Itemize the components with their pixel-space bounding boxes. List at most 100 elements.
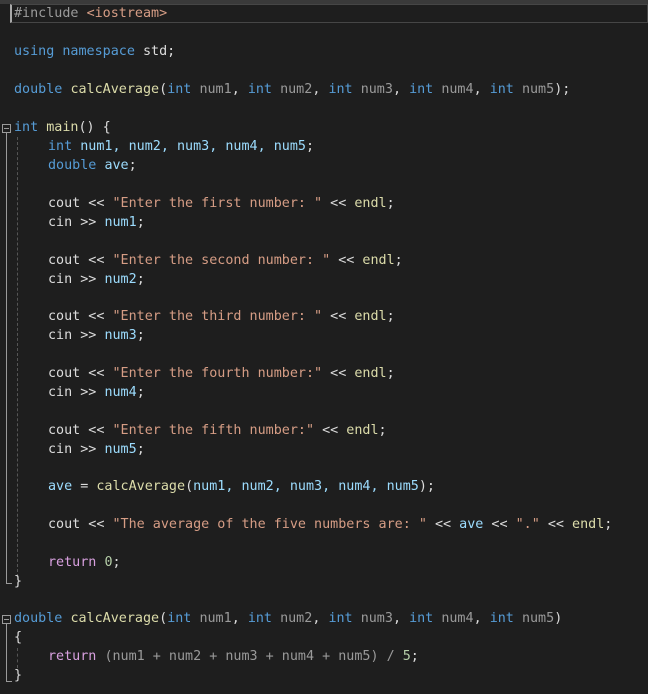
code-line-cout-5[interactable]: cout << "Enter the fifth number:" << end… xyxy=(48,421,387,440)
variable: num4 xyxy=(104,385,137,400)
operator: << xyxy=(330,253,363,268)
endl: endl xyxy=(572,517,605,532)
variable: num3 xyxy=(104,328,137,343)
punctuation: ; xyxy=(136,328,145,343)
endl: endl xyxy=(362,253,395,268)
stream: cout xyxy=(48,309,81,324)
operator: << xyxy=(539,517,573,532)
indent-guide xyxy=(17,648,18,668)
operator: << xyxy=(426,517,460,532)
punctuation: ); xyxy=(554,82,571,97)
variable: ave xyxy=(459,517,484,532)
string-literal: "Enter the first number: " xyxy=(112,196,323,211)
operator: << xyxy=(80,366,113,381)
stream: cout xyxy=(48,253,81,268)
code-line-output[interactable]: cout << "The average of the five numbers… xyxy=(48,515,612,534)
punctuation: ; xyxy=(128,158,137,173)
stream: cin xyxy=(48,272,73,287)
stream: cout xyxy=(48,423,81,438)
code-line-definition[interactable]: double calcAverage(int num1, int num2, i… xyxy=(14,609,562,628)
operator: >> xyxy=(72,442,105,457)
operator: << xyxy=(314,423,347,438)
code-line-close-brace[interactable]: } xyxy=(14,666,22,685)
keyword: using xyxy=(14,44,55,59)
variable: ave xyxy=(48,479,73,494)
code-line-cout-4[interactable]: cout << "Enter the fourth number:" << en… xyxy=(48,364,395,383)
operator: << xyxy=(80,253,113,268)
stream: cin xyxy=(48,215,73,230)
param-type: int xyxy=(489,82,514,97)
stream: cin xyxy=(48,442,73,457)
operator: << xyxy=(80,196,113,211)
brace: } xyxy=(14,668,23,683)
endl: endl xyxy=(354,196,387,211)
operator: << xyxy=(80,309,113,324)
operator: << xyxy=(322,309,355,324)
code-line-decl-ints[interactable]: int num1, num2, num3, num4, num5; xyxy=(48,137,314,156)
fold-range-end xyxy=(6,681,12,682)
code-line-cout-1[interactable]: cout << "Enter the first number: " << en… xyxy=(48,194,395,213)
code-line-prototype[interactable]: double calcAverage(int num1, int num2, i… xyxy=(14,80,570,99)
code-line-open-brace[interactable]: { xyxy=(14,628,22,647)
param: num3 xyxy=(360,611,393,626)
brace: } xyxy=(14,574,23,589)
stream: cin xyxy=(48,328,73,343)
code-line-main[interactable]: int main() { xyxy=(14,118,111,137)
operator: = xyxy=(72,479,97,494)
endl: endl xyxy=(354,366,387,381)
punctuation: ; xyxy=(136,215,145,230)
operator: >> xyxy=(72,272,105,287)
function-name: calcAverage xyxy=(70,611,160,626)
return-type: double xyxy=(14,611,63,626)
code-line-decl-double[interactable]: double ave; xyxy=(48,156,137,175)
type: double xyxy=(48,158,97,173)
operator: >> xyxy=(72,385,105,400)
string-literal: "." xyxy=(515,517,540,532)
arguments: num1, num2, num3, num4, num5 xyxy=(193,479,419,494)
namespace-name: std; xyxy=(143,44,176,59)
brace: { xyxy=(14,630,23,645)
operator: >> xyxy=(72,328,105,343)
string-literal: "Enter the fourth number:" xyxy=(112,366,323,381)
param: num2 xyxy=(280,82,313,97)
variables: num1, num2, num3, num4, num5 xyxy=(80,139,306,154)
punctuation: ; xyxy=(378,423,387,438)
code-line-return[interactable]: return 0; xyxy=(48,553,121,572)
code-line-cin-1[interactable]: cin >> num1; xyxy=(48,213,145,232)
punctuation: ; xyxy=(112,555,121,570)
punctuation: ; xyxy=(386,309,395,324)
code-line-cout-2[interactable]: cout << "Enter the second number: " << e… xyxy=(48,251,403,270)
code-line-close-main[interactable]: } xyxy=(14,572,22,591)
fold-range-line xyxy=(6,624,7,681)
code-line-include[interactable]: #include <iostream> xyxy=(14,4,167,23)
stream: cout xyxy=(48,366,81,381)
param: num5 xyxy=(521,82,555,97)
code-line-using[interactable]: using namespace std; xyxy=(14,42,175,61)
param-type: int xyxy=(409,82,434,97)
collapse-main-icon[interactable] xyxy=(2,124,11,133)
number-literal: 5 xyxy=(402,649,411,664)
punctuation: ) xyxy=(554,611,563,626)
code-line-cin-2[interactable]: cin >> num2; xyxy=(48,270,145,289)
code-line-cout-3[interactable]: cout << "Enter the third number: " << en… xyxy=(48,307,395,326)
code-line-ave-call[interactable]: ave = calcAverage(num1, num2, num3, num4… xyxy=(48,477,435,496)
code-line-cin-3[interactable]: cin >> num3; xyxy=(48,326,145,345)
keyword: return xyxy=(48,555,97,570)
code-line-cin-4[interactable]: cin >> num4; xyxy=(48,383,145,402)
stream: cin xyxy=(48,385,73,400)
code-line-cin-5[interactable]: cin >> num5; xyxy=(48,440,145,459)
string-literal: "The average of the five numbers are: " xyxy=(112,517,427,532)
punctuation: ; xyxy=(394,253,403,268)
punctuation: ; xyxy=(386,366,395,381)
code-line-return-expr[interactable]: return (num1 + num2 + num3 + num4 + num5… xyxy=(48,647,419,666)
collapse-calcaverage-icon[interactable] xyxy=(2,615,11,624)
variable: num5 xyxy=(104,442,137,457)
endl: endl xyxy=(346,423,379,438)
string-literal: "Enter the third number: " xyxy=(112,309,323,324)
param: num2 xyxy=(280,611,313,626)
operator: << xyxy=(322,366,355,381)
endl: endl xyxy=(354,309,387,324)
param-type: int xyxy=(167,82,192,97)
return-type: double xyxy=(14,82,63,97)
string-literal: "Enter the fifth number:" xyxy=(112,423,315,438)
